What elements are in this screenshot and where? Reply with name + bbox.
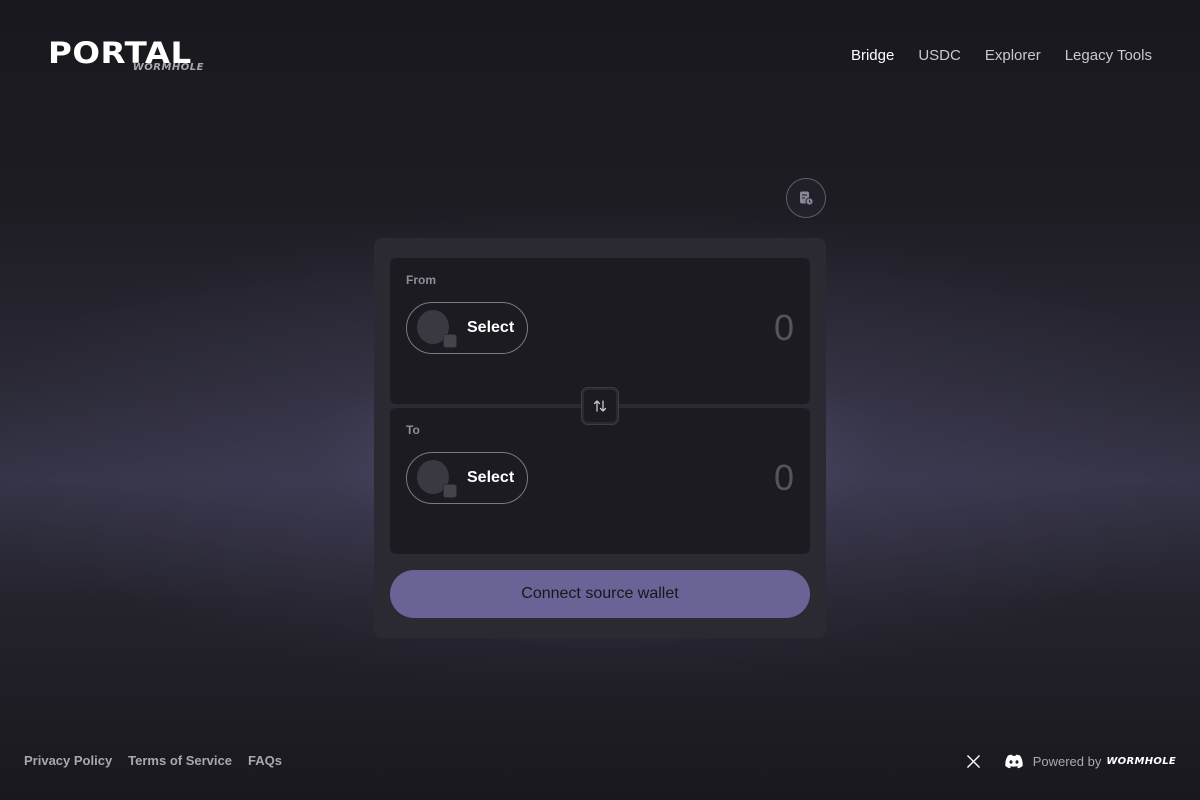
- privacy-policy-link[interactable]: Privacy Policy: [24, 752, 112, 770]
- footer-right: Powered by WORMHOLE: [963, 750, 1176, 772]
- from-select-label: Select: [467, 319, 515, 336]
- from-amount-input[interactable]: 0: [774, 306, 794, 350]
- portal-logo[interactable]: PORTAL WORMHOLE: [48, 38, 208, 74]
- from-panel: From Select 0: [390, 258, 810, 404]
- transaction-history-icon: [800, 191, 814, 206]
- token-placeholder-icon: [417, 310, 457, 348]
- nav-item-bridge[interactable]: Bridge: [851, 46, 894, 66]
- from-select-button[interactable]: Select: [406, 302, 528, 354]
- footer-links: Privacy Policy Terms of Service FAQs: [24, 752, 282, 770]
- chain-badge-icon: [443, 334, 457, 348]
- to-select-button[interactable]: Select: [406, 452, 528, 504]
- nav-item-legacy-tools[interactable]: Legacy Tools: [1065, 46, 1152, 66]
- faqs-link[interactable]: FAQs: [248, 752, 282, 770]
- swap-arrows-icon: [593, 400, 607, 412]
- discord-icon[interactable]: [1003, 750, 1025, 772]
- terms-of-service-link[interactable]: Terms of Service: [128, 752, 232, 770]
- token-placeholder-icon: [417, 460, 457, 498]
- top-nav: Bridge USDC Explorer Legacy Tools: [851, 46, 1152, 66]
- bridge-card: From Select 0 To Select 0 Connect source…: [374, 238, 826, 638]
- transaction-history-button[interactable]: [786, 178, 826, 218]
- x-icon[interactable]: [963, 750, 985, 772]
- to-select-label: Select: [467, 469, 515, 486]
- connect-source-wallet-button[interactable]: Connect source wallet: [390, 570, 810, 618]
- chain-badge-icon: [443, 484, 457, 498]
- powered-by-text: Powered by: [1032, 753, 1102, 769]
- nav-item-explorer[interactable]: Explorer: [985, 46, 1041, 66]
- swap-direction-button[interactable]: [581, 387, 619, 425]
- nav-item-usdc[interactable]: USDC: [918, 46, 961, 66]
- to-label: To: [406, 423, 420, 437]
- to-panel: To Select 0: [390, 408, 810, 554]
- logo-subtext: WORMHOLE: [132, 62, 204, 73]
- wormhole-brand[interactable]: WORMHOLE: [1106, 756, 1176, 767]
- from-label: From: [406, 273, 436, 287]
- to-amount-output: 0: [773, 457, 794, 498]
